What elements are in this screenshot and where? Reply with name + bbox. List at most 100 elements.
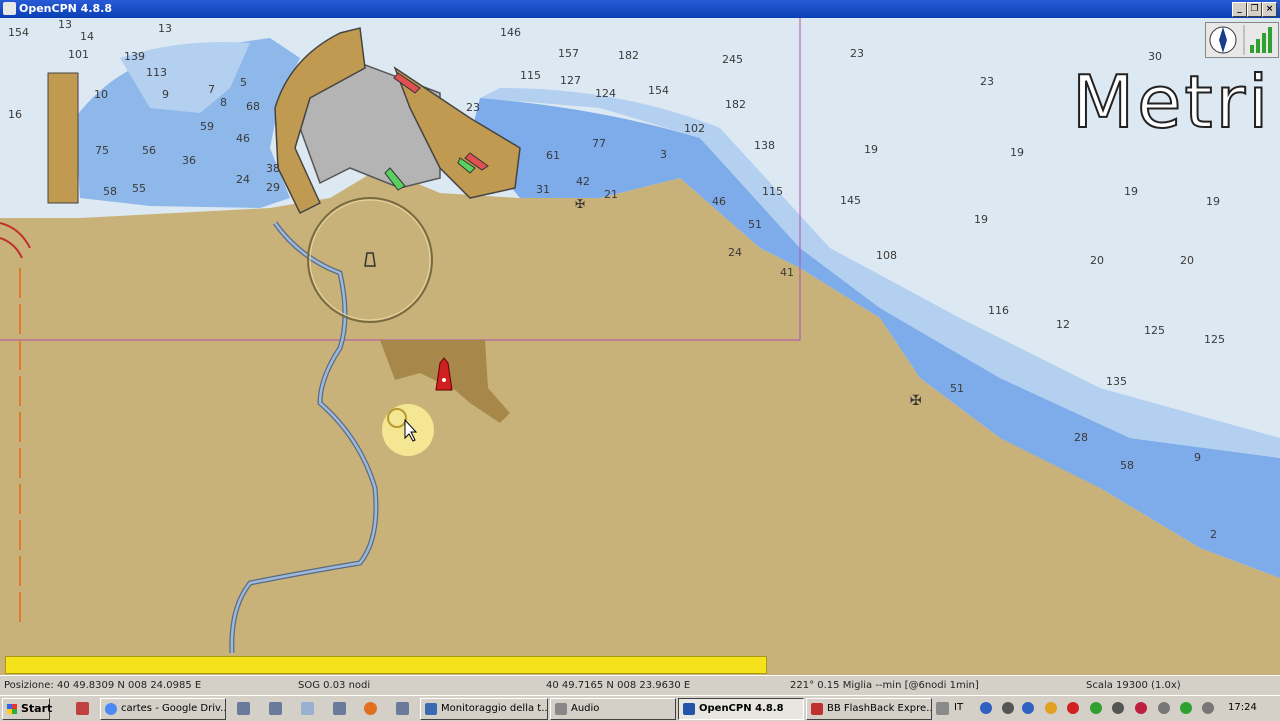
tray-icon-1[interactable] (1002, 702, 1014, 714)
sounding-label: 13 (58, 18, 72, 31)
status-bar: Posizione: 40 49.8309 N 008 24.0985 E SO… (0, 675, 1280, 696)
sounding-label: 135 (1106, 375, 1127, 388)
tray-icon-3[interactable] (1045, 702, 1057, 714)
sounding-label: 24 (236, 173, 250, 186)
sounding-label: 154 (8, 26, 29, 39)
quicklaunch-icon-4[interactable] (301, 702, 314, 715)
start-button[interactable]: Start (2, 698, 52, 720)
sounding-label: 145 (840, 194, 861, 207)
sounding-label: 19 (1124, 185, 1138, 198)
window-title-bar[interactable]: OpenCPN 4.8.8 _ ❐ × (0, 0, 1280, 18)
sounding-label: 59 (200, 120, 214, 133)
sounding-label: 138 (754, 139, 775, 152)
sounding-label: 125 (1144, 324, 1165, 337)
sounding-label: 75 (95, 144, 109, 157)
sounding-label: 2 (1210, 528, 1217, 541)
tray-icon-7[interactable] (1135, 702, 1147, 714)
tray-icon-5[interactable] (1090, 702, 1102, 714)
opencpn-icon (683, 703, 695, 715)
sounding-label: 28 (1074, 431, 1088, 444)
tray-icon-6[interactable] (1112, 702, 1124, 714)
wreck-symbol-2: ✠ (575, 197, 585, 211)
windows-logo-icon (7, 704, 17, 714)
firefox-icon[interactable] (364, 702, 377, 715)
wreck-symbol: ✠ (910, 393, 922, 409)
sounding-label: 24 (728, 246, 742, 259)
quicklaunch-icon-5[interactable] (333, 702, 346, 715)
sounding-label: 46 (236, 132, 250, 145)
status-scale: Scala 19300 (1.0x) (1086, 680, 1181, 691)
compass-gps-widget[interactable] (1205, 22, 1279, 58)
sounding-label: 19 (864, 143, 878, 156)
west-jetty (47, 72, 79, 204)
sounding-label: 154 (648, 84, 669, 97)
sounding-label: 41 (780, 266, 794, 279)
sounding-label: 9 (1194, 451, 1201, 464)
sounding-label: 56 (142, 144, 156, 157)
sounding-label: 19 (974, 213, 988, 226)
clock[interactable]: 17:24 (1228, 702, 1257, 713)
volume-icon[interactable] (1202, 702, 1214, 714)
sounding-label: 125 (1204, 333, 1225, 346)
sounding-label: 113 (146, 66, 167, 79)
sounding-label: 68 (246, 100, 260, 113)
battery-icon[interactable] (1158, 702, 1170, 714)
minimize-button[interactable]: _ (1232, 2, 1247, 17)
sounding-label: 51 (748, 218, 762, 231)
chrome-icon (105, 703, 117, 715)
sounding-label: 19 (1206, 195, 1220, 208)
status-cursor-position: 40 49.7165 N 008 23.9630 E (546, 680, 691, 691)
task-monitoraggio[interactable]: Monitoraggio della t... (420, 698, 548, 720)
sounding-label: 23 (466, 101, 480, 114)
sounding-label: 108 (876, 249, 897, 262)
tray-icon-2[interactable] (1022, 702, 1034, 714)
tray-icon-4[interactable] (1067, 702, 1079, 714)
sounding-label: 115 (520, 69, 541, 82)
language-indicator[interactable]: IT (954, 702, 963, 713)
sounding-label: 7 (208, 83, 215, 96)
sounding-label: 14 (80, 30, 94, 43)
sounding-label: 5 (240, 76, 247, 89)
opencpn-app-icon (3, 2, 16, 15)
sounding-label: 16 (8, 108, 22, 121)
show-desktop-icon[interactable] (936, 702, 949, 715)
sounding-label: 23 (980, 75, 994, 88)
close-button[interactable]: × (1262, 2, 1277, 17)
network-icon[interactable] (1180, 702, 1192, 714)
task-audio[interactable]: Audio (550, 698, 676, 720)
sounding-label: 23 (850, 47, 864, 60)
sounding-label: 55 (132, 182, 146, 195)
sounding-label: 58 (1120, 459, 1134, 472)
status-bearing: 221° 0.15 Miglia --min [@6nodi 1min] (790, 680, 979, 691)
sounding-label: 51 (950, 382, 964, 395)
task-flashback[interactable]: BB FlashBack Expre... (806, 698, 932, 720)
sounding-label: 127 (560, 74, 581, 87)
window-title: OpenCPN 4.8.8 (19, 2, 113, 15)
sounding-label: 101 (68, 48, 89, 61)
sounding-label: 42 (576, 175, 590, 188)
quicklaunch-icon-3[interactable] (269, 702, 282, 715)
own-ship-center (442, 378, 446, 382)
quicklaunch-icon-6[interactable] (396, 702, 409, 715)
sounding-label: 58 (103, 185, 117, 198)
task-opencpn[interactable]: OpenCPN 4.8.8 (678, 698, 804, 720)
task-google-drive[interactable]: cartes - Google Driv... (100, 698, 226, 720)
sounding-label: 46 (712, 195, 726, 208)
quicklaunch-icon-2[interactable] (237, 702, 250, 715)
sounding-label: 77 (592, 137, 606, 150)
sounding-label: 139 (124, 50, 145, 63)
sounding-label: 3 (660, 148, 667, 161)
status-position: Posizione: 40 49.8309 N 008 24.0985 E (4, 680, 202, 691)
sounding-label: 157 (558, 47, 579, 60)
help-icon[interactable] (980, 702, 992, 714)
speaker-icon (555, 703, 567, 715)
sounding-label: 245 (722, 53, 743, 66)
sounding-label: 115 (762, 185, 783, 198)
quicklaunch-app-icon[interactable] (76, 702, 89, 715)
sounding-label: 102 (684, 122, 705, 135)
sounding-label: 19 (1010, 146, 1024, 159)
sounding-label: 21 (604, 188, 618, 201)
sounding-label: 182 (618, 49, 639, 62)
restore-button[interactable]: ❐ (1247, 2, 1262, 17)
sounding-label: 124 (595, 87, 616, 100)
